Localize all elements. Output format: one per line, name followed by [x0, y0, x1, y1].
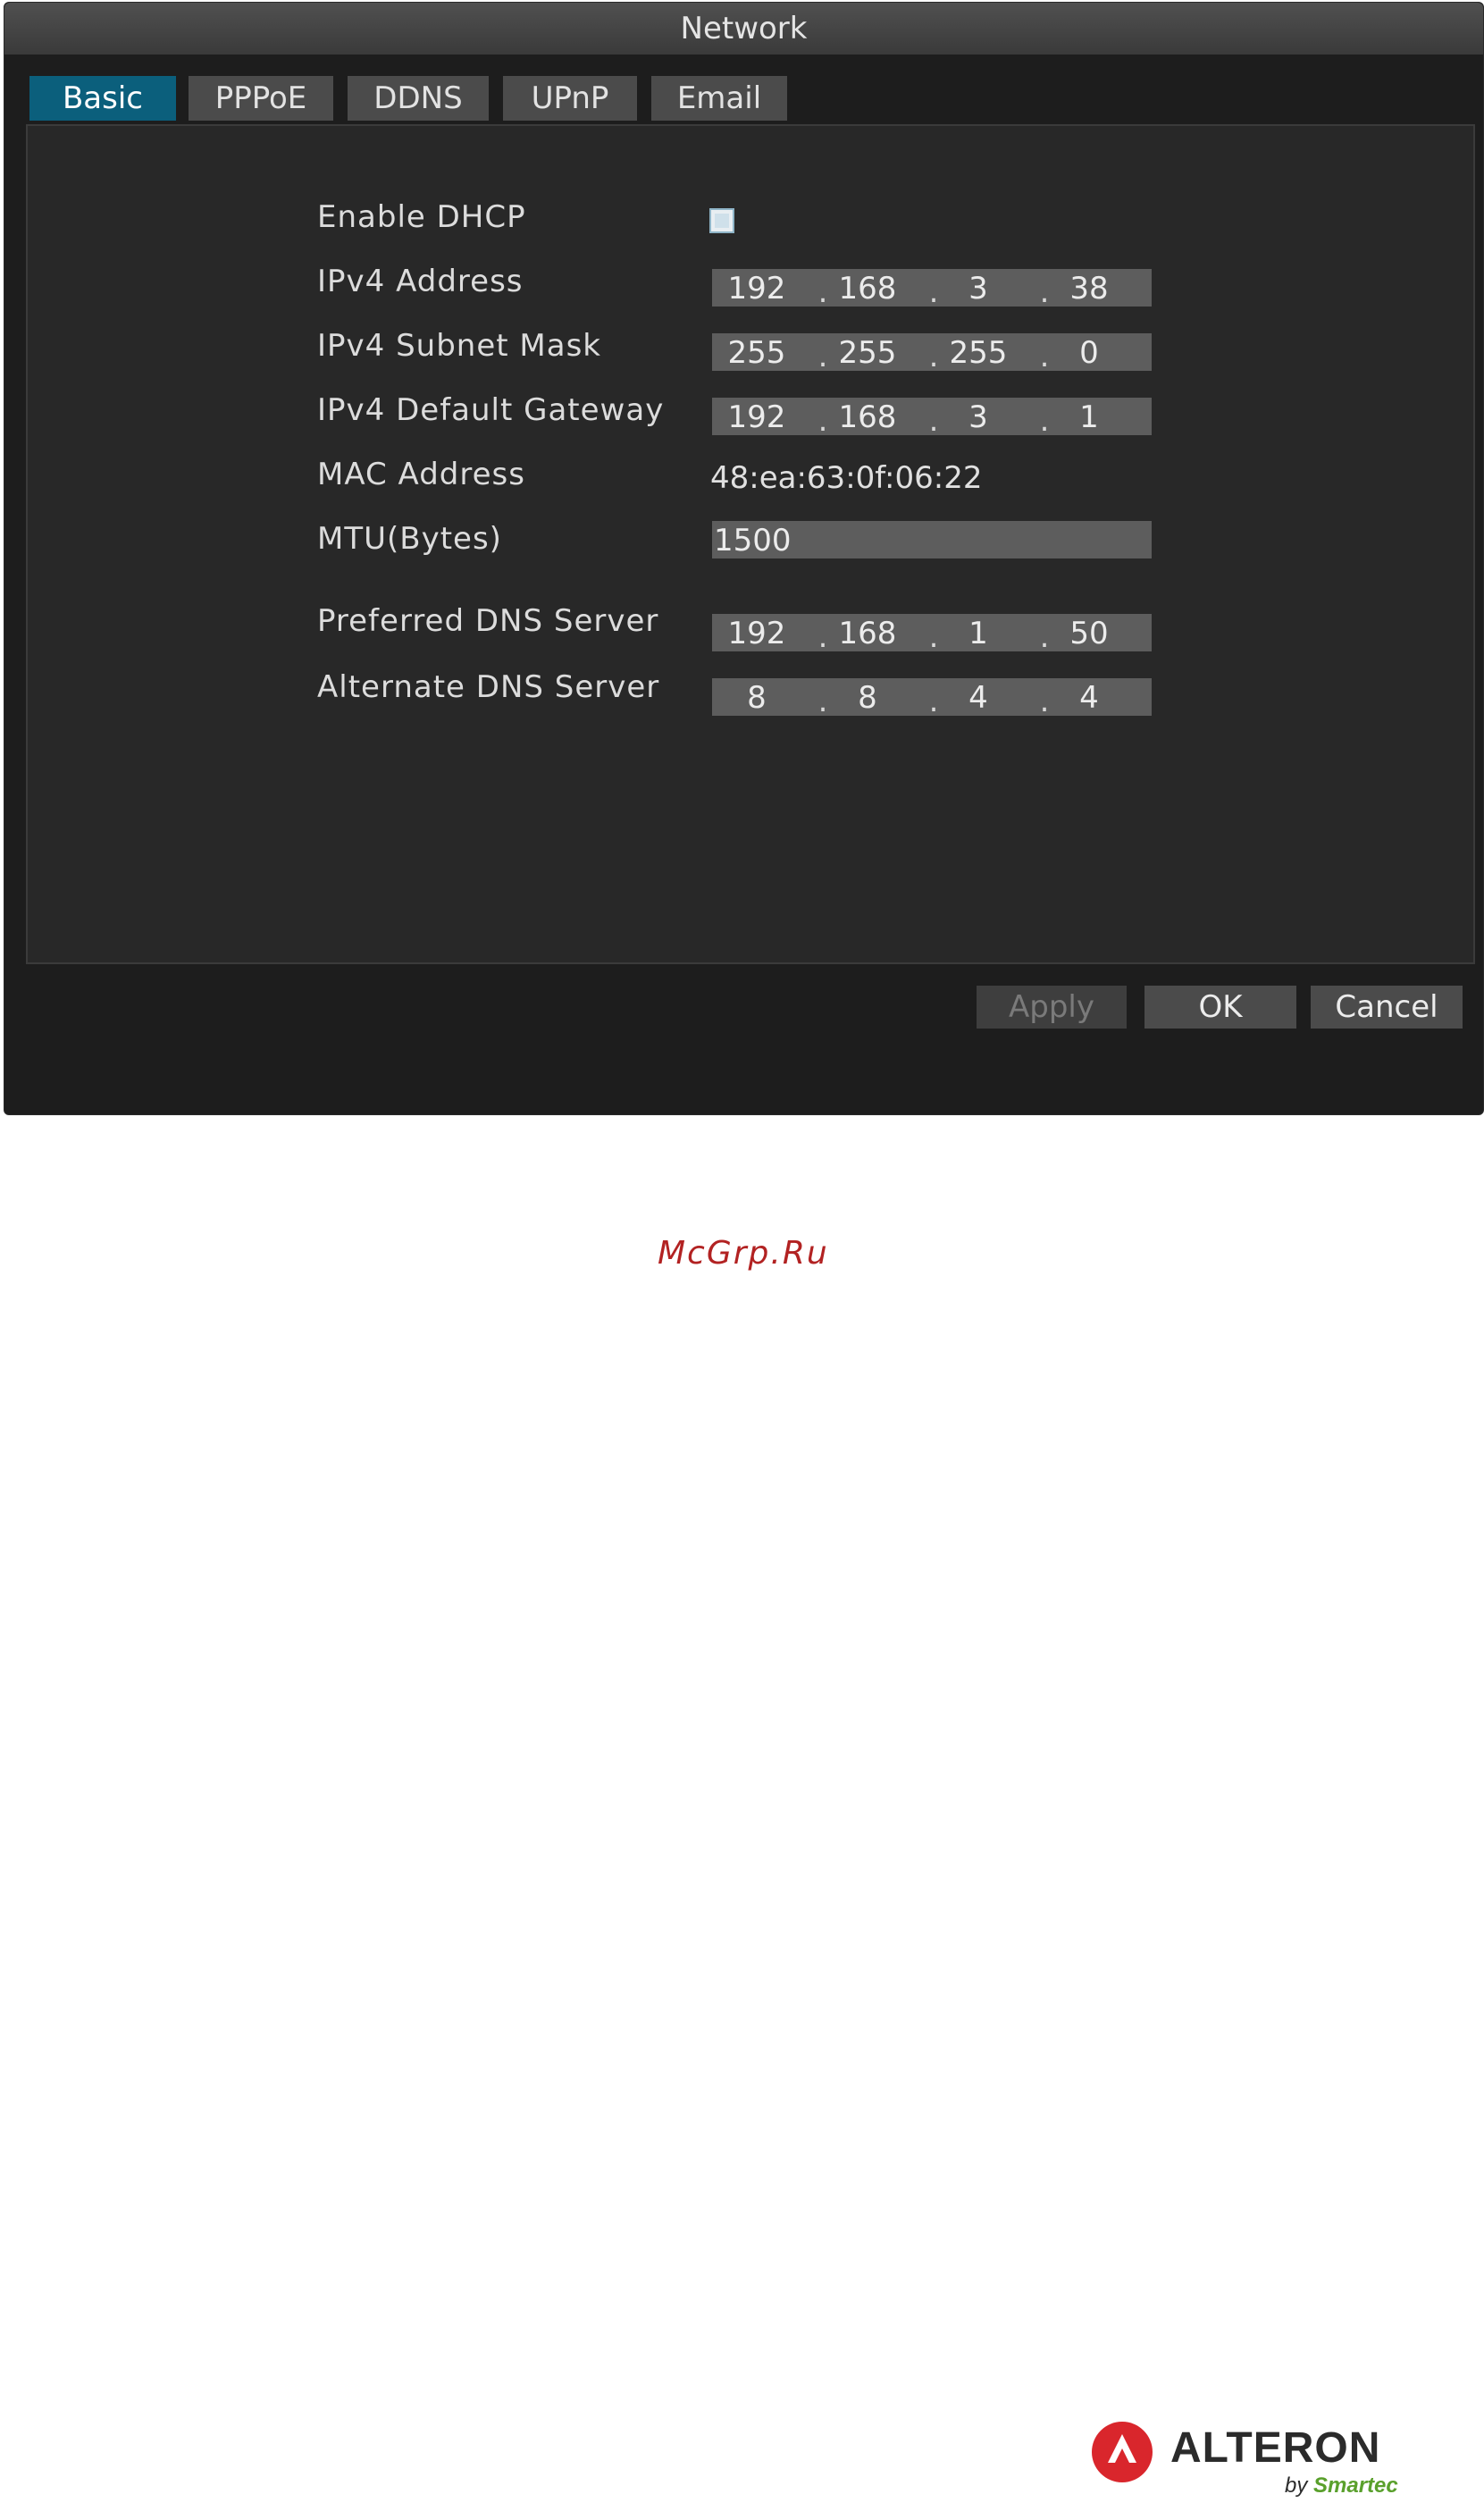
- logo-by-word: by: [1285, 2473, 1308, 2498]
- tab-pppoe[interactable]: PPPoE: [189, 76, 333, 121]
- alternate-dns-octet-1[interactable]: 8: [712, 678, 801, 716]
- mtu-label: MTU(Bytes): [317, 521, 502, 557]
- gateway-octet-3[interactable]: 3: [934, 398, 1023, 435]
- preferred-dns-octet-2[interactable]: 168: [823, 614, 912, 651]
- ipv4-address-label: IPv4 Address: [317, 264, 524, 299]
- gateway-octet-4[interactable]: 1: [1044, 398, 1134, 435]
- preferred-dns-label: Preferred DNS Server: [317, 603, 659, 639]
- gateway-octet-1[interactable]: 192: [712, 398, 801, 435]
- preferred-dns-input[interactable]: 192 . 168 . 1 . 50: [712, 614, 1152, 655]
- subnet-mask-octet-1[interactable]: 255: [712, 333, 801, 371]
- subnet-mask-label: IPv4 Subnet Mask: [317, 328, 601, 364]
- network-dialog: Network Basic PPPoE DDNS UPnP Email Enab…: [4, 2, 1484, 1115]
- gateway-octet-2[interactable]: 168: [823, 398, 912, 435]
- subnet-mask-octet-2[interactable]: 255: [823, 333, 912, 371]
- logo-tagline: by Smartec: [1285, 2473, 1398, 2498]
- alteron-logo: ALTERON by Smartec: [1088, 2413, 1428, 2498]
- alternate-dns-octet-4[interactable]: 4: [1044, 678, 1134, 716]
- ipv4-address-octet-3[interactable]: 3: [934, 269, 1023, 307]
- default-gateway-label: IPv4 Default Gateway: [317, 392, 665, 428]
- alternate-dns-octet-2[interactable]: 8: [823, 678, 912, 716]
- alteron-mark-icon: [1092, 2422, 1153, 2482]
- default-gateway-input[interactable]: 192 . 168 . 3 . 1: [712, 398, 1152, 439]
- subnet-mask-octet-4[interactable]: 0: [1044, 333, 1134, 371]
- ipv4-address-octet-2[interactable]: 168: [823, 269, 912, 307]
- enable-dhcp-checkbox[interactable]: [709, 208, 734, 233]
- preferred-dns-octet-4[interactable]: 50: [1044, 614, 1134, 651]
- preferred-dns-octet-1[interactable]: 192: [712, 614, 801, 651]
- alternate-dns-input[interactable]: 8 . 8 . 4 . 4: [712, 678, 1152, 719]
- watermark-text: McGrp.Ru: [658, 1235, 829, 1272]
- tab-basic[interactable]: Basic: [29, 76, 176, 121]
- dialog-title: Network: [4, 3, 1483, 55]
- tab-ddns[interactable]: DDNS: [348, 76, 489, 121]
- ipv4-address-octet-4[interactable]: 38: [1044, 269, 1134, 307]
- ipv4-address-octet-1[interactable]: 192: [712, 269, 801, 307]
- mtu-input[interactable]: 1500: [712, 521, 1152, 558]
- subnet-mask-octet-3[interactable]: 255: [934, 333, 1023, 371]
- mac-address-label: MAC Address: [317, 457, 525, 492]
- preferred-dns-octet-3[interactable]: 1: [934, 614, 1023, 651]
- subnet-mask-input[interactable]: 255 . 255 . 255 . 0: [712, 333, 1152, 374]
- alternate-dns-octet-3[interactable]: 4: [934, 678, 1023, 716]
- alternate-dns-label: Alternate DNS Server: [317, 669, 660, 705]
- ipv4-address-input[interactable]: 192 . 168 . 3 . 38: [712, 269, 1152, 310]
- ok-button[interactable]: OK: [1144, 986, 1296, 1029]
- enable-dhcp-label: Enable DHCP: [317, 199, 526, 235]
- tab-email[interactable]: Email: [651, 76, 787, 121]
- logo-brand: Smartec: [1313, 2473, 1398, 2498]
- mac-address-value: 48:ea:63:0f:06:22: [710, 460, 983, 496]
- cancel-button[interactable]: Cancel: [1311, 986, 1463, 1029]
- tab-upnp[interactable]: UPnP: [503, 76, 637, 121]
- logo-name: ALTERON: [1170, 2424, 1381, 2472]
- apply-button[interactable]: Apply: [977, 986, 1127, 1029]
